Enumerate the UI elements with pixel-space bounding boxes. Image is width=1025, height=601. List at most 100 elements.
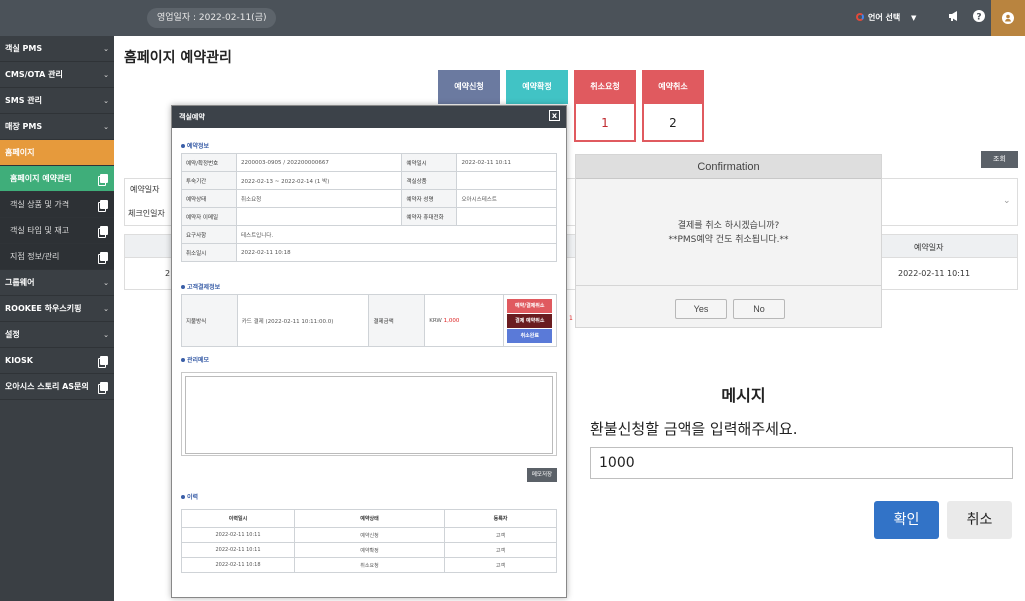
yes-button[interactable]: Yes (675, 299, 727, 319)
document-icon (98, 252, 108, 264)
close-icon[interactable]: x (549, 110, 560, 121)
reservation-info-table: 예약/확정번호 2200003-0905 / 202200000667 예약일시 20… (181, 153, 557, 262)
sidebar-item-homepage-reservations[interactable]: 홈페이지 예약관리 (0, 166, 114, 192)
field-label: 결제금액 (368, 294, 426, 347)
page-title: 홈페이지 예약관리 (124, 50, 232, 66)
table-row: 2022-02-11 10:18 취소요청 고객 (181, 557, 557, 573)
field-label: 예약자 성명 (401, 189, 458, 208)
history-header: 등록자 (444, 509, 557, 528)
table-row: 2022-02-11 10:11 예약확정 고객 (181, 542, 557, 558)
sidebar-item-branch-info[interactable]: 지점 정보/관리 (0, 244, 114, 270)
payment-actions: 예약/결제취소 결제 예약취소 취소완료 (503, 294, 557, 347)
history-cell: 취소요청 (294, 557, 445, 573)
modal-title: 객실예약 (179, 113, 205, 121)
cancel-reservation-payment-button[interactable]: 예약/결제취소 (507, 298, 553, 313)
amount-value: 1,000 (443, 317, 460, 324)
confirm-button[interactable]: 확인 (874, 501, 939, 539)
chevron-down-icon[interactable]: ⌄ (1003, 196, 1011, 206)
memo-textarea[interactable] (185, 376, 553, 454)
field-value: 2022-02-11 10:11 (456, 153, 557, 172)
sidebar-item-label: 홈페이지 (5, 148, 35, 157)
confirmation-message-line1: 결제를 취소 하시겠습니까? (677, 221, 780, 231)
prompt-label: 환불신청할 금액을 입력해주세요. (590, 420, 798, 438)
field-label: 예약일시 (401, 153, 458, 172)
sidebar-item-label: 홈페이지 예약관리 (10, 174, 72, 183)
sidebar-item-room-pms[interactable]: 객실 PMS ⌄ (0, 36, 114, 62)
table-cell-reservation-date: 2022-02-11 10:11 (898, 269, 971, 278)
cancel-payment-reservation-button[interactable]: 결제 예약취소 (507, 313, 553, 328)
chevron-down-icon: ⌄ (103, 45, 109, 53)
google-icon (856, 13, 864, 21)
sidebar-item-room-products[interactable]: 객실 상품 및 가격 (0, 192, 114, 218)
field-value: 2022-02-11 10:18 (236, 243, 557, 262)
field-value: 2022-02-13 ~ 2022-02-14 (1 박) (235, 171, 403, 190)
field-label: 요구사항 (181, 225, 237, 244)
history-header: 예약상태 (294, 509, 445, 528)
caret-down-icon: ▼ (911, 14, 917, 22)
document-icon (98, 174, 108, 186)
section-reservation-info: 예약정보 (181, 141, 209, 150)
field-label: 투숙기간 (181, 171, 237, 190)
divider (576, 285, 881, 286)
field-value: 테스트입니다. (236, 225, 557, 244)
cancel-complete-button[interactable]: 취소완료 (507, 328, 553, 343)
history-cell: 고객 (444, 527, 557, 543)
language-label: 언어 선택 (868, 13, 901, 22)
sidebar-item-label: 그룹웨어 (5, 278, 35, 287)
tab-cancel-request[interactable]: 취소요청 (574, 70, 636, 104)
tab-reservation-cancelled[interactable]: 예약취소 (642, 70, 704, 104)
history-cell: 고객 (444, 557, 557, 573)
search-button[interactable]: 조회 (981, 151, 1018, 168)
history-cell: 예약확정 (294, 542, 445, 558)
sidebar-item-as-inquiry[interactable]: 오아시스 스토리 AS문의 (0, 374, 114, 400)
refund-amount-input[interactable] (590, 447, 1013, 479)
sidebar-item-label: 객실 PMS (5, 44, 43, 53)
chevron-down-icon: ⌄ (103, 71, 109, 79)
tab-reservation-request[interactable]: 예약신청 (438, 70, 500, 104)
language-select[interactable]: 언어 선택 ▼ (856, 12, 916, 24)
help-icon[interactable]: ? (971, 10, 987, 26)
sidebar-item-housekeeping[interactable]: ROOKEE 하우스키핑 ⌄ (0, 296, 114, 322)
no-button[interactable]: No (733, 299, 785, 319)
megaphone-icon[interactable] (946, 10, 962, 26)
cancel-request-count[interactable]: 1 (574, 104, 636, 142)
filter-checkin-date-label: 체크인일자 (128, 209, 165, 218)
user-icon (1002, 12, 1014, 24)
confirmation-dialog: Confirmation 결제를 취소 하시겠습니까? **PMS예약 건도 취… (575, 154, 882, 328)
field-value (235, 207, 403, 226)
sidebar-item-room-types[interactable]: 객실 타입 및 재고 (0, 218, 114, 244)
sidebar-item-label: 설정 (5, 330, 20, 339)
currency: KRW (429, 317, 442, 324)
sidebar-item-label: 매장 PMS (5, 122, 43, 131)
field-label: 객실상품 (401, 171, 458, 190)
cancel-button[interactable]: 취소 (947, 501, 1012, 539)
tab-reservation-confirmed[interactable]: 예약확정 (506, 70, 568, 104)
history-header: 이력일시 (181, 509, 295, 528)
sidebar-item-store-pms[interactable]: 매장 PMS ⌄ (0, 114, 114, 140)
field-label: 예약자 이메일 (181, 207, 237, 226)
cancelled-count[interactable]: 2 (642, 104, 704, 142)
field-label: 예약상태 (181, 189, 237, 208)
table-cell-prefix: 2 (165, 269, 171, 278)
sidebar-item-settings[interactable]: 설정 ⌄ (0, 322, 114, 348)
field-label: 예약/확정번호 (181, 153, 237, 172)
sidebar-item-groupware[interactable]: 그룹웨어 ⌄ (0, 270, 114, 296)
history-cell: 2022-02-11 10:11 (181, 542, 295, 558)
sidebar-item-label: KIOSK (5, 356, 33, 365)
save-memo-button[interactable]: 메모저장 (527, 468, 557, 482)
field-label: 취소일시 (181, 243, 237, 262)
field-value: 오아시스테스트 (456, 189, 557, 208)
sidebar-item-sms[interactable]: SMS 관리 ⌄ (0, 88, 114, 114)
document-icon (98, 200, 108, 212)
chevron-down-icon: ⌄ (103, 305, 109, 313)
user-menu-button[interactable] (991, 0, 1025, 36)
sidebar-item-kiosk[interactable]: KIOSK (0, 348, 114, 374)
field-value: 취소요청 (235, 189, 403, 208)
chevron-down-icon: ⌄ (103, 123, 109, 131)
sidebar-item-homepage[interactable]: 홈페이지 (0, 140, 114, 166)
svg-text:?: ? (976, 13, 981, 23)
history-cell: 2022-02-11 10:18 (181, 557, 295, 573)
reservation-detail-modal: 객실예약 x 예약정보 예약/확정번호 2200003-0905 / 202200… (171, 105, 567, 598)
sidebar-item-cms-ota[interactable]: CMS/OTA 관리 ⌄ (0, 62, 114, 88)
sidebar: 객실 PMS ⌄ CMS/OTA 관리 ⌄ SMS 관리 ⌄ 매장 PMS ⌄ 홈페이지… (0, 36, 114, 601)
